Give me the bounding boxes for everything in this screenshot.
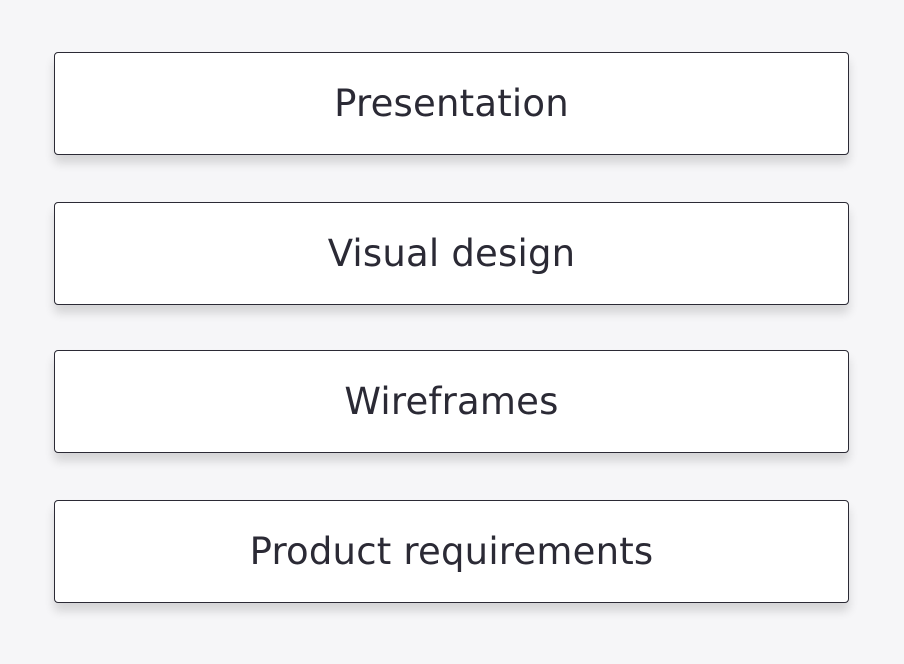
option-button-presentation[interactable]: Presentation <box>54 52 849 155</box>
option-button-product-requirements[interactable]: Product requirements <box>54 500 849 603</box>
option-button-wireframes[interactable]: Wireframes <box>54 350 849 453</box>
option-label: Product requirements <box>249 530 654 573</box>
option-button-visual-design[interactable]: Visual design <box>54 202 849 305</box>
option-label: Wireframes <box>344 380 559 423</box>
option-label: Visual design <box>327 232 576 275</box>
option-label: Presentation <box>334 82 569 125</box>
option-list: Presentation Visual design Wireframes Pr… <box>0 0 904 664</box>
